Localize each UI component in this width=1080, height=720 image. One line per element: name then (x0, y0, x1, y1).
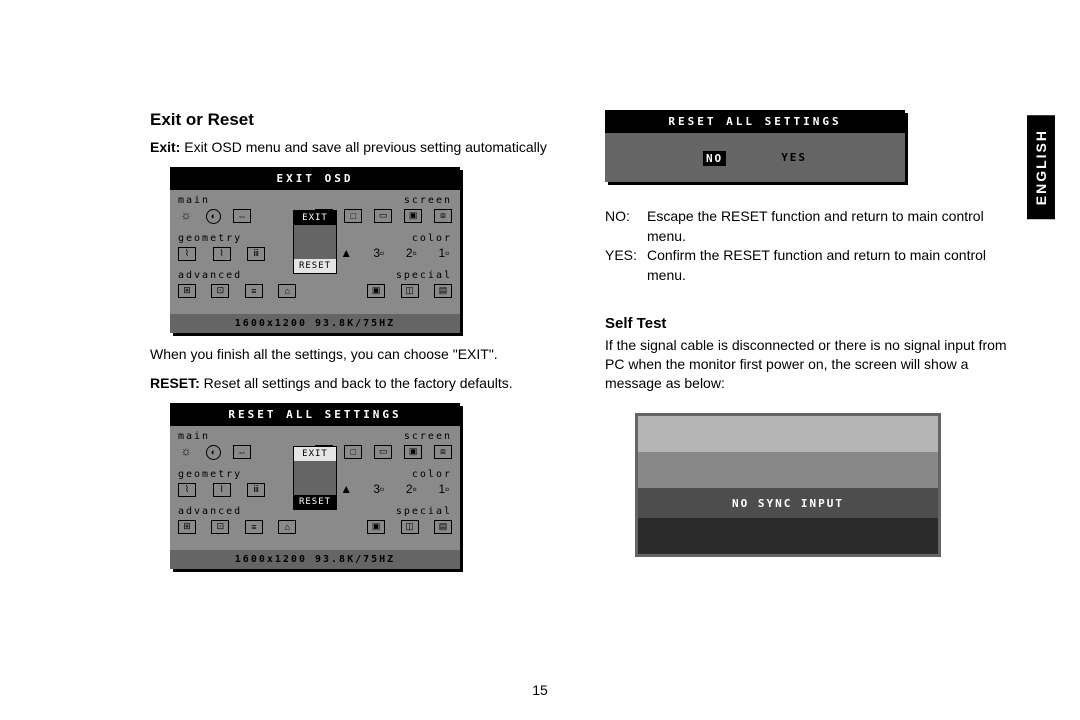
language-tab: ENGLISH (1027, 115, 1055, 219)
contrast-icon: ◐ (206, 209, 221, 224)
osd-reset-button[interactable]: RESET (294, 259, 336, 273)
exit-term: Exit: (150, 139, 180, 155)
pincushion-icon: ▣ (404, 445, 422, 459)
osd-footer: 1600x1200 93.8K/75HZ (170, 550, 460, 569)
page-number: 15 (0, 682, 1080, 698)
brightness-icon: ☼ (178, 445, 194, 457)
color-icon-2: 3▫ (371, 483, 387, 495)
osd-center-buttons: EXIT RESET (293, 210, 337, 274)
pincushion-icon: ▣ (404, 209, 422, 223)
reset-description: RESET: Reset all settings and back to th… (150, 374, 555, 393)
section-heading-selftest: Self Test (605, 315, 1010, 332)
hsize-icon: □ (344, 209, 362, 223)
adv-icon-3: ≡ (245, 520, 263, 534)
adv-icon-4: ⌂ (278, 284, 296, 298)
color-icon-3: 2▫ (403, 247, 419, 259)
osd-tab-color: color (412, 469, 452, 480)
hpos-icon: ⇔ (233, 209, 251, 223)
osd-tab-screen: screen (404, 431, 452, 442)
spc-icon-1: ▣ (367, 520, 385, 534)
osd-tab-geometry: geometry (178, 233, 242, 244)
osd-tab-special: special (396, 270, 452, 281)
osd-tab-advanced: advanced (178, 506, 242, 517)
spc-icon-2: ◫ (401, 520, 419, 534)
osd-tab-advanced: advanced (178, 270, 242, 281)
right-column: RESET ALL SETTINGS NO YES NO: Escape the … (605, 110, 1010, 581)
selftest-text: If the signal cable is disconnected or t… (605, 336, 1010, 393)
color-icon-2: 3▫ (371, 247, 387, 259)
geo-icon-1: ⌇ (178, 247, 196, 261)
no-text: Escape the RESET function and return to … (647, 207, 1010, 246)
adv-icon-2: ⊡ (211, 520, 229, 534)
exit-description: Exit: Exit OSD menu and save all previou… (150, 138, 555, 157)
color-icon-3: 2▫ (403, 483, 419, 495)
exit-followup: When you finish all the settings, you ca… (150, 345, 555, 364)
spc-icon-3: ▤ (434, 520, 452, 534)
nosync-band-4 (638, 518, 938, 554)
reset-dialog-screenshot: RESET ALL SETTINGS NO YES (605, 110, 905, 182)
yes-label: YES: (605, 246, 641, 266)
osd-tab-color: color (412, 233, 452, 244)
zoom-icon: ⧈ (434, 209, 452, 223)
adv-icon-1: ⊞ (178, 284, 196, 298)
reset-option-no[interactable]: NO (703, 151, 726, 166)
osd-tab-main: main (178, 195, 210, 206)
adv-icon-2: ⊡ (211, 284, 229, 298)
geo-icon-2: ⌇ (213, 247, 231, 261)
reset-option-yes[interactable]: YES (781, 151, 807, 166)
color-icon-1: ▲ (338, 247, 354, 259)
page-content: Exit or Reset Exit: Exit OSD menu and sa… (150, 110, 1010, 581)
brightness-icon: ☼ (178, 209, 194, 221)
yes-text: Confirm the RESET function and return to… (647, 246, 1010, 285)
osd-reset-button[interactable]: RESET (294, 495, 336, 509)
geo-icon-2: ⌇ (213, 483, 231, 497)
nosync-message: NO SYNC INPUT (638, 488, 938, 518)
osd-exit-screenshot: EXIT OSD mainscreen ☼ ◐ ⇔ ⇕ □ ▭ ▣ ⧈ geom… (170, 167, 460, 333)
osd-body: mainscreen ☼ ◐ ⇔ ⇕ □ ▭ ▣ ⧈ geometrycolor… (170, 190, 460, 314)
adv-icon-4: ⌂ (278, 520, 296, 534)
osd-title: RESET ALL SETTINGS (170, 403, 460, 426)
exit-body: Exit OSD menu and save all previous sett… (180, 139, 547, 155)
color-icon-4: 1▫ (436, 483, 452, 495)
reset-options-descriptions: NO: Escape the RESET function and return … (605, 207, 1010, 285)
left-column: Exit or Reset Exit: Exit OSD menu and sa… (150, 110, 555, 581)
osd-tab-geometry: geometry (178, 469, 242, 480)
spc-icon-3: ▤ (434, 284, 452, 298)
zoom-icon: ⧈ (434, 445, 452, 459)
section-heading-exit-reset: Exit or Reset (150, 110, 555, 130)
nosync-screenshot: NO SYNC INPUT (635, 413, 941, 557)
adv-icon-1: ⊞ (178, 520, 196, 534)
osd-exit-button[interactable]: EXIT (294, 447, 336, 461)
osd-body: mainscreen ☼ ◐ ⇔ ⇕ □ ▭ ▣ ⧈ geometrycolor… (170, 426, 460, 550)
reset-term: RESET: (150, 375, 200, 391)
hpos-icon: ⇔ (233, 445, 251, 459)
spc-icon-1: ▣ (367, 284, 385, 298)
osd-center-buttons: EXIT RESET (293, 446, 337, 510)
no-label: NO: (605, 207, 641, 227)
nosync-band-1 (638, 416, 938, 452)
vsize-icon: ▭ (374, 445, 392, 459)
geo-icon-3: ⅲ (247, 483, 265, 497)
osd-tab-main: main (178, 431, 210, 442)
osd-exit-button[interactable]: EXIT (294, 211, 336, 225)
nosync-band-2 (638, 452, 938, 488)
osd-tab-special: special (396, 506, 452, 517)
reset-dialog-title: RESET ALL SETTINGS (605, 110, 905, 133)
geo-icon-1: ⌇ (178, 483, 196, 497)
osd-title: EXIT OSD (170, 167, 460, 190)
color-icon-1: ▲ (338, 483, 354, 495)
hsize-icon: □ (344, 445, 362, 459)
geo-icon-3: ⅲ (247, 247, 265, 261)
osd-footer: 1600x1200 93.8K/75HZ (170, 314, 460, 333)
contrast-icon: ◐ (206, 445, 221, 460)
osd-tab-screen: screen (404, 195, 452, 206)
reset-body: Reset all settings and back to the facto… (200, 375, 513, 391)
color-icon-4: 1▫ (436, 247, 452, 259)
spc-icon-2: ◫ (401, 284, 419, 298)
osd-reset-screenshot: RESET ALL SETTINGS mainscreen ☼ ◐ ⇔ ⇕ □ … (170, 403, 460, 569)
adv-icon-3: ≡ (245, 284, 263, 298)
vsize-icon: ▭ (374, 209, 392, 223)
